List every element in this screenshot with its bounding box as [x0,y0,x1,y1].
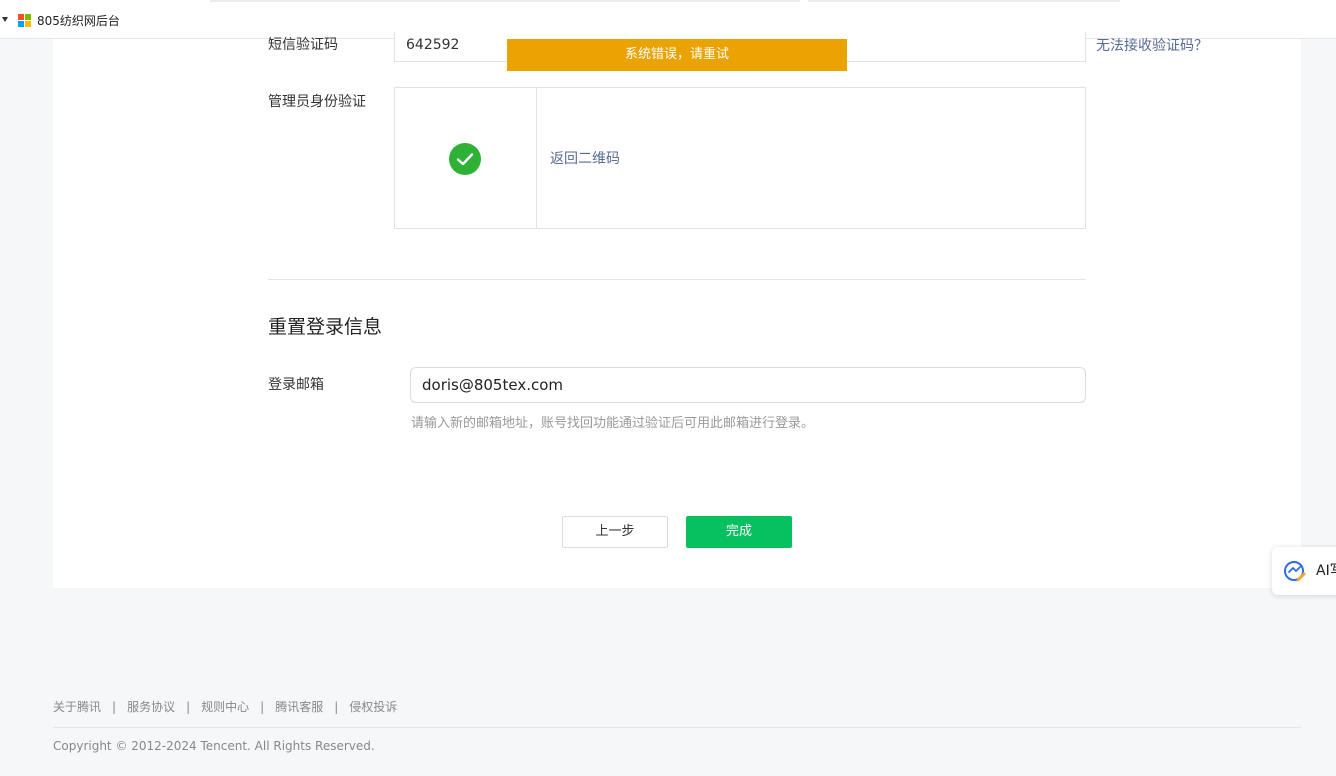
footer-link-about[interactable]: 关于腾讯 [53,700,101,714]
footer-divider [53,727,1301,728]
section-divider [268,279,1086,280]
footer-separator: | [260,700,265,714]
error-toast: 系统错误，请重试 [507,39,847,71]
footer-links: 关于腾讯 | 服务协议 | 规则中心 | 腾讯客服 | 侵权投诉 [53,698,397,716]
footer-link-support[interactable]: 腾讯客服 [275,700,323,714]
admin-verify-label: 管理员身份验证 [268,94,366,110]
admin-verify-box: 返回二维码 [394,87,1086,229]
sms-code-label: 短信验证码 [268,37,338,53]
tab-dropdown-icon[interactable] [2,17,8,22]
sms-help-link[interactable]: 无法接收验证码？ [1096,36,1208,56]
ai-pen-icon [1283,559,1307,583]
browser-tab-title[interactable]: 805纺织网后台 [37,13,120,29]
login-email-input[interactable]: doris@805tex.com [410,367,1086,403]
prev-step-button[interactable]: 上一步 [562,516,668,548]
footer-separator: | [186,700,191,714]
footer-separator: | [112,700,117,714]
footer-link-terms[interactable]: 服务协议 [127,700,175,714]
ai-widget-label: AI写 [1316,563,1336,579]
site-favicon-icon [18,14,32,28]
back-to-qr-link[interactable]: 返回二维码 [550,149,620,169]
footer-separator: | [334,700,339,714]
login-email-label: 登录邮箱 [268,377,324,393]
done-button[interactable]: 完成 [686,516,792,548]
footer-link-complaint[interactable]: 侵权投诉 [349,700,397,714]
tab-strip-line [808,0,1120,2]
reset-section-title: 重置登录信息 [268,316,383,338]
tab-strip-line [210,0,800,2]
verify-box-divider [536,88,537,228]
ai-writing-widget[interactable]: AI写 [1272,547,1336,595]
email-hint-text: 请输入新的邮箱地址，账号找回功能通过验证后可用此邮箱进行登录。 [411,416,815,431]
check-circle-icon [449,143,481,175]
copyright-text: Copyright © 2012-2024 Tencent. All Right… [53,739,375,753]
footer-link-rules[interactable]: 规则中心 [201,700,249,714]
